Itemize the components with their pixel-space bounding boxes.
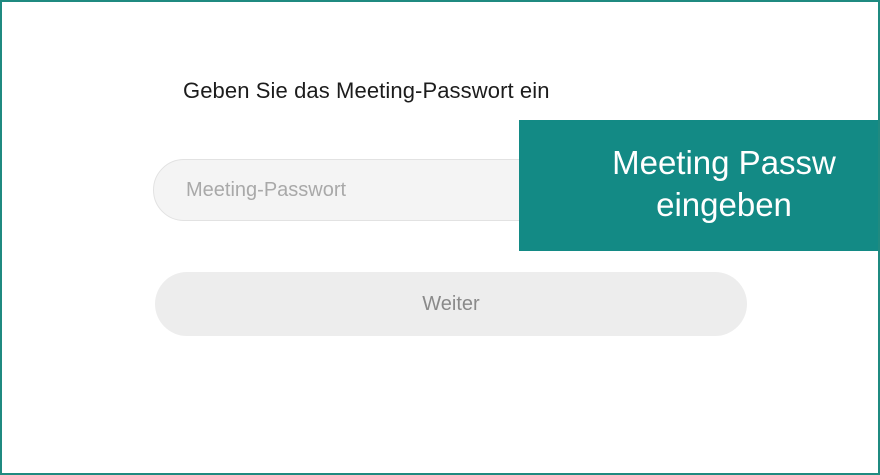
next-button[interactable]: Weiter	[155, 272, 747, 336]
callout-line-1: Meeting Passw	[612, 144, 836, 181]
meeting-password-dialog: Geben Sie das Meeting-Passwort ein Weite…	[0, 0, 880, 475]
callout-line-2: eingeben	[656, 186, 792, 223]
dialog-title: Geben Sie das Meeting-Passwort ein	[183, 78, 550, 103]
instruction-callout: Meeting Passw eingeben	[519, 120, 878, 251]
